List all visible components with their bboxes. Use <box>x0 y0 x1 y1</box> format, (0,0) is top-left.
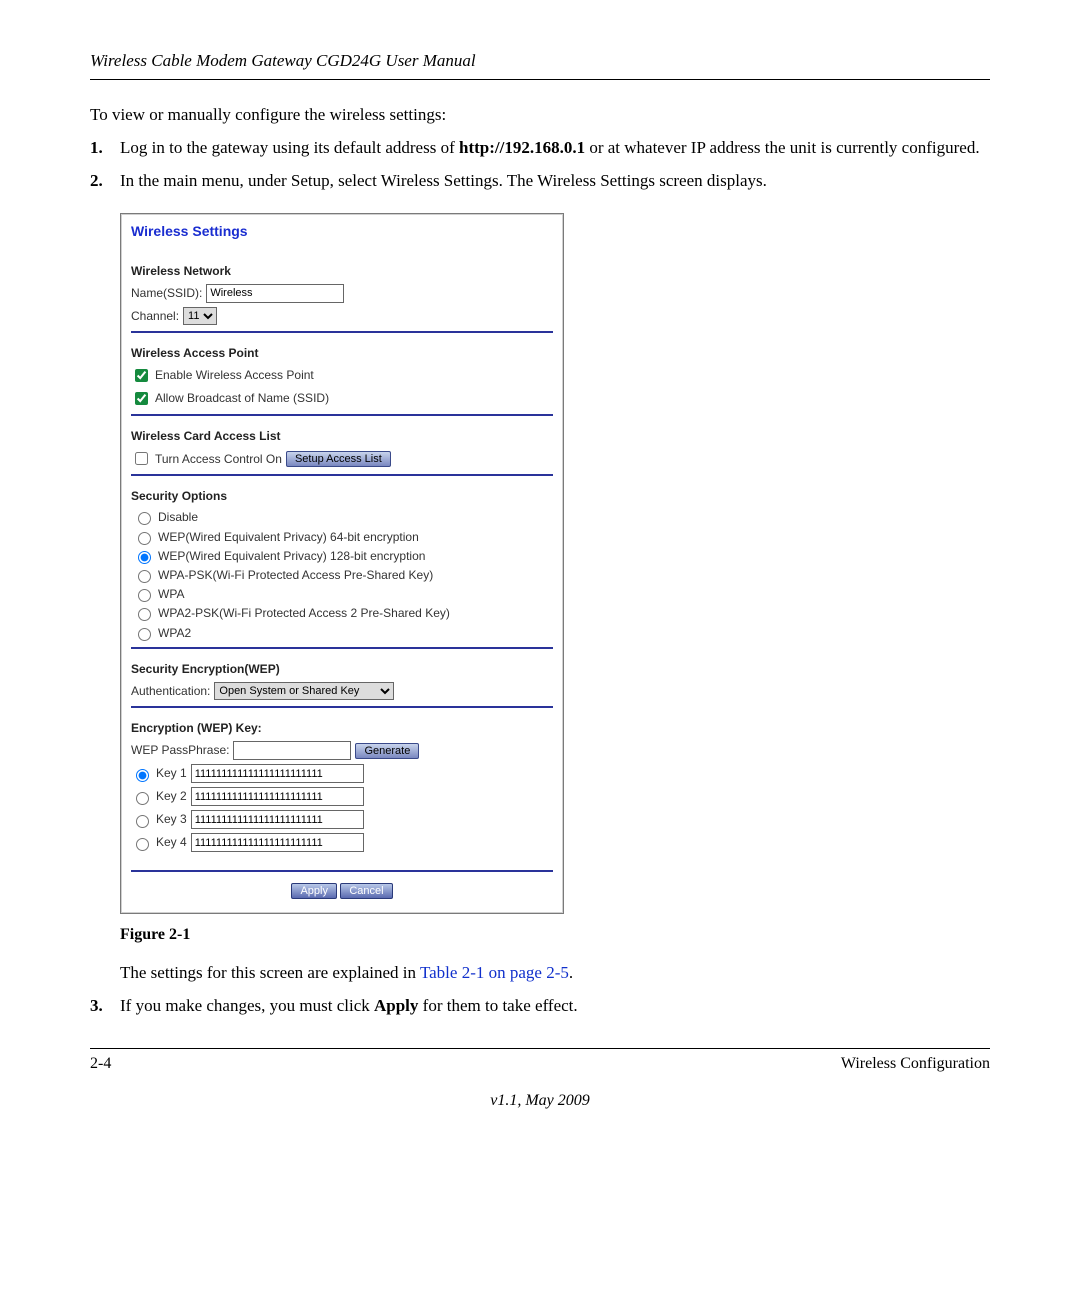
key1-radio[interactable] <box>136 769 149 782</box>
ssid-input[interactable] <box>206 284 344 303</box>
channel-label: Channel: <box>131 308 179 324</box>
section-divider <box>131 647 553 649</box>
step-3-text-a: If you make changes, you must click <box>120 996 374 1015</box>
key1-label: Key 1 <box>156 765 187 781</box>
cancel-button[interactable]: Cancel <box>340 883 392 899</box>
figure-caption: Figure 2-1 <box>120 924 990 946</box>
steps-list-cont: 3. If you make changes, you must click A… <box>90 995 990 1018</box>
explain-text-a: The settings for this screen are explain… <box>120 963 420 982</box>
section-divider <box>131 331 553 333</box>
key3-label: Key 3 <box>156 811 187 827</box>
explain-paragraph: The settings for this screen are explain… <box>120 962 990 985</box>
sec-opt-label: WPA <box>158 586 184 602</box>
broadcast-ssid-label: Allow Broadcast of Name (SSID) <box>155 390 329 406</box>
intro-paragraph: To view or manually configure the wirele… <box>90 104 990 127</box>
step-text: In the main menu, under Setup, select Wi… <box>120 170 990 193</box>
enable-ap-label: Enable Wireless Access Point <box>155 367 314 383</box>
section-name: Wireless Configuration <box>841 1053 990 1075</box>
step-1-text-b: or at whatever IP address the unit is cu… <box>585 138 980 157</box>
sec-opt-wpapsk[interactable] <box>138 570 151 583</box>
enable-ap-checkbox[interactable] <box>135 369 148 382</box>
sec-opt-wep128[interactable] <box>138 551 151 564</box>
key4-label: Key 4 <box>156 834 187 850</box>
sec-opt-label: WPA-PSK(Wi-Fi Protected Access Pre-Share… <box>158 567 433 583</box>
section-divider <box>131 474 553 476</box>
section-security-options: Security Options <box>131 488 553 504</box>
page-number: 2-4 <box>90 1053 111 1075</box>
key3-input[interactable] <box>191 810 364 829</box>
section-wireless-network: Wireless Network <box>131 263 553 279</box>
sec-opt-wpa2[interactable] <box>138 628 151 641</box>
step-2: 2. In the main menu, under Setup, select… <box>90 170 990 193</box>
page-footer: 2-4 Wireless Configuration <box>90 1048 990 1075</box>
section-wep-key: Encryption (WEP) Key: <box>131 720 553 736</box>
key2-radio[interactable] <box>136 792 149 805</box>
sec-opt-wpa2psk[interactable] <box>138 608 151 621</box>
section-divider <box>131 870 553 872</box>
setup-access-list-button[interactable]: Setup Access List <box>286 451 391 467</box>
apply-button[interactable]: Apply <box>291 883 337 899</box>
section-divider <box>131 414 553 416</box>
security-options-group: Disable WEP(Wired Equivalent Privacy) 64… <box>133 509 553 640</box>
step-1-text-a: Log in to the gateway using its default … <box>120 138 459 157</box>
sec-opt-wep64[interactable] <box>138 532 151 545</box>
key4-input[interactable] <box>191 833 364 852</box>
sec-opt-label: Disable <box>158 509 198 525</box>
table-link[interactable]: Table 2-1 on page 2-5 <box>420 963 569 982</box>
key2-label: Key 2 <box>156 788 187 804</box>
generate-button[interactable]: Generate <box>355 743 419 759</box>
authentication-select[interactable]: Open System or Shared Key <box>214 682 394 700</box>
channel-select[interactable]: 11 <box>183 307 217 325</box>
steps-list: 1. Log in to the gateway using its defau… <box>90 137 990 193</box>
step-number: 1. <box>90 137 120 160</box>
sec-opt-label: WEP(Wired Equivalent Privacy) 64-bit enc… <box>158 529 419 545</box>
step-text: Log in to the gateway using its default … <box>120 137 990 160</box>
key1-input[interactable] <box>191 764 364 783</box>
step-3: 3. If you make changes, you must click A… <box>90 995 990 1018</box>
header-divider <box>90 79 990 80</box>
sec-opt-label: WPA2-PSK(Wi-Fi Protected Access 2 Pre-Sh… <box>158 605 450 621</box>
sec-opt-label: WEP(Wired Equivalent Privacy) 128-bit en… <box>158 548 425 564</box>
step-3-apply: Apply <box>374 996 418 1015</box>
sec-opt-label: WPA2 <box>158 625 191 641</box>
page-header-title: Wireless Cable Modem Gateway CGD24G User… <box>90 50 990 73</box>
step-1: 1. Log in to the gateway using its defau… <box>90 137 990 160</box>
section-access-list: Wireless Card Access List <box>131 428 553 444</box>
step-3-text-b: for them to take effect. <box>418 996 577 1015</box>
ssid-label: Name(SSID): <box>131 285 202 301</box>
key3-radio[interactable] <box>136 815 149 828</box>
step-1-url: http://192.168.0.1 <box>459 138 585 157</box>
section-wep-encryption: Security Encryption(WEP) <box>131 661 553 677</box>
access-control-checkbox[interactable] <box>135 452 148 465</box>
explain-text-b: . <box>569 963 573 982</box>
section-divider <box>131 706 553 708</box>
version-footer: v1.1, May 2009 <box>90 1090 990 1112</box>
wireless-settings-screenshot: Wireless Settings Wireless Network Name(… <box>120 213 564 914</box>
panel-title: Wireless Settings <box>131 220 553 251</box>
wep-passphrase-input[interactable] <box>233 741 351 760</box>
sec-opt-wpa[interactable] <box>138 589 151 602</box>
step-text: If you make changes, you must click Appl… <box>120 995 990 1018</box>
sec-opt-disable[interactable] <box>138 512 151 525</box>
key2-input[interactable] <box>191 787 364 806</box>
step-number: 2. <box>90 170 120 193</box>
section-wireless-ap: Wireless Access Point <box>131 345 553 361</box>
wep-passphrase-label: WEP PassPhrase: <box>131 742 229 758</box>
broadcast-ssid-checkbox[interactable] <box>135 392 148 405</box>
authentication-label: Authentication: <box>131 683 210 699</box>
key4-radio[interactable] <box>136 838 149 851</box>
step-number: 3. <box>90 995 120 1018</box>
access-control-label: Turn Access Control On <box>155 451 282 467</box>
